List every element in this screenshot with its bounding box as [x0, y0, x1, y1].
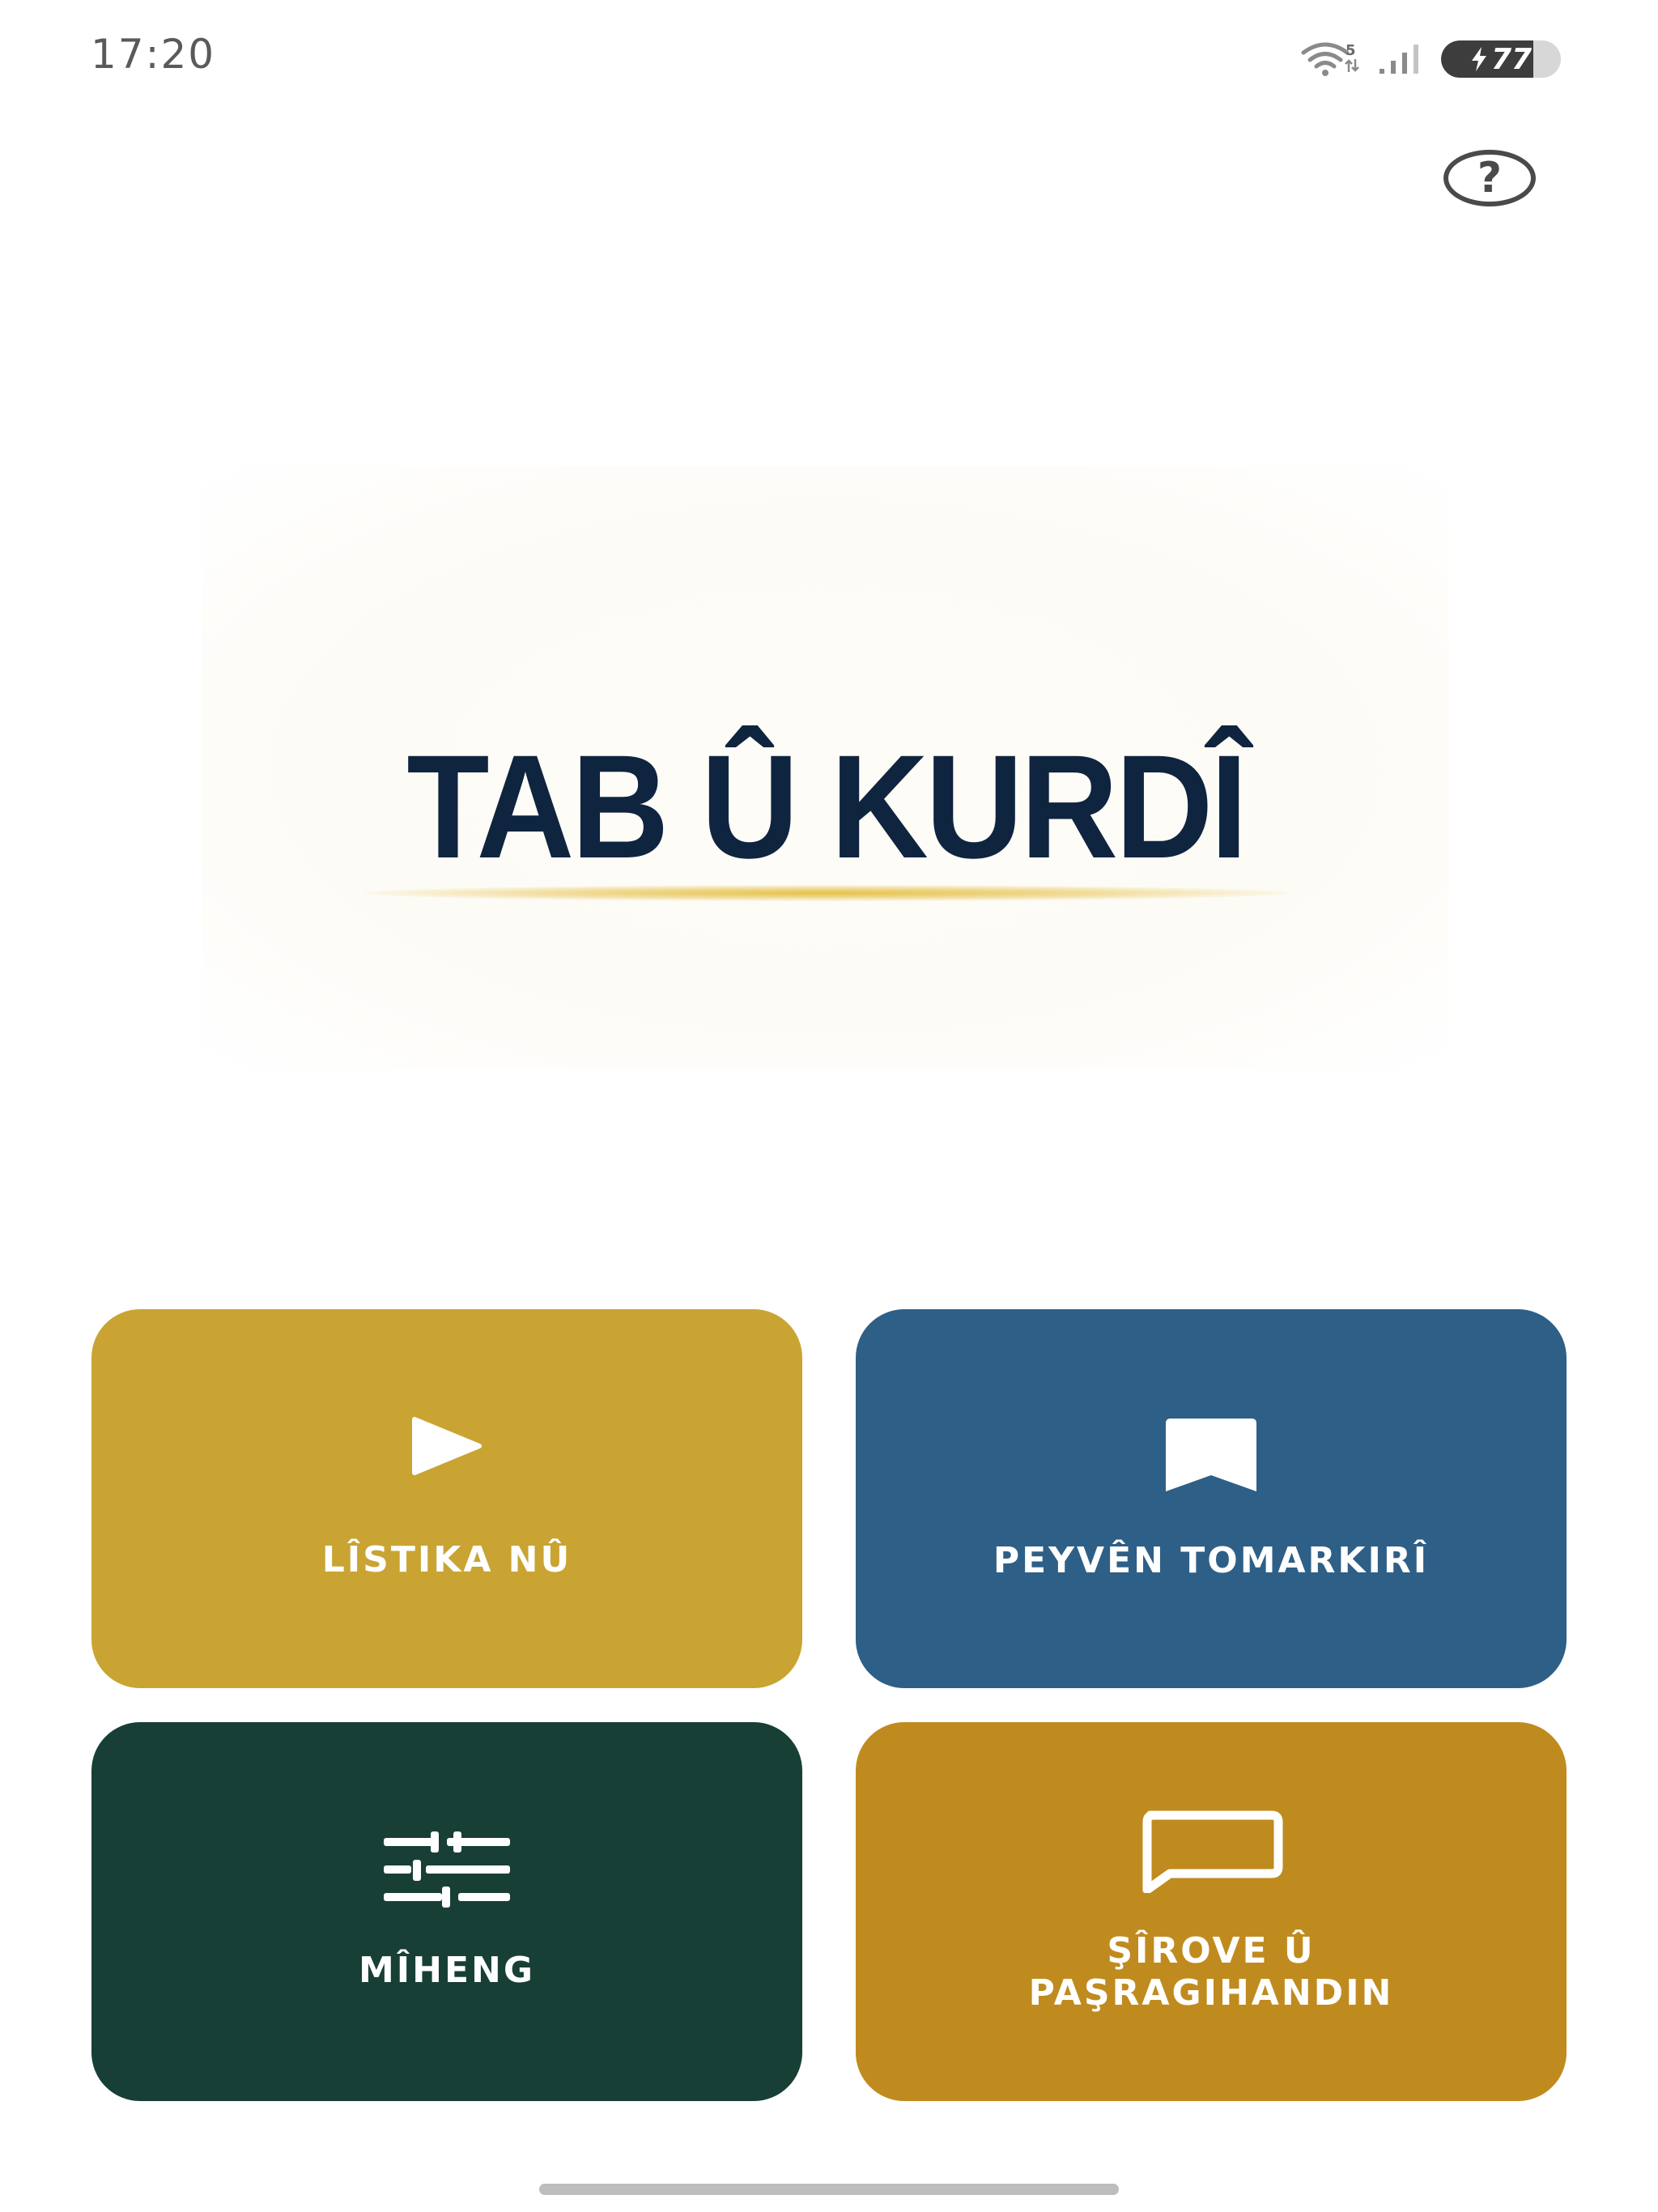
feedback-label-line2: PAŞRAGIHANDIN [1028, 1972, 1394, 2014]
help-button[interactable]: ? [1443, 150, 1536, 206]
battery-indicator: 77 [1441, 40, 1561, 78]
home-indicator[interactable] [539, 2184, 1119, 2195]
new-game-label: LÎSTIKA NÛ [321, 1539, 572, 1580]
app-title: TAB Û KURDÎ [406, 724, 1248, 889]
sliders-icon [384, 1831, 510, 1908]
feedback-label: ŞÎROVE Û PAŞRAGIHANDIN [1029, 1930, 1394, 2014]
status-time: 17:20 [91, 31, 216, 78]
charging-bolt-icon [1471, 47, 1486, 71]
saved-words-button[interactable]: PEYVÊN TOMARKIRÎ [856, 1309, 1567, 1688]
signal-icon [1380, 45, 1418, 74]
help-icon: ? [1477, 154, 1503, 202]
bookmark-icon [1166, 1419, 1256, 1491]
new-game-button[interactable]: LÎSTIKA NÛ [91, 1309, 802, 1688]
battery-level: 77 [1490, 42, 1533, 76]
app-logo: TAB Û KURDÎ [202, 466, 1449, 1069]
status-icons: 5 77 [1300, 39, 1561, 79]
wifi-icon: 5 [1301, 42, 1359, 76]
wifi-badge: 5 [1346, 42, 1356, 59]
home-screen: 17:20 5 77 ? TAB Û KURDÎ LÎSTIKA NÛ PEYV… [0, 0, 1658, 2212]
settings-label: MÎHENG [359, 1950, 535, 1991]
logo-underline [364, 885, 1287, 901]
message-square-icon [1142, 1810, 1283, 1893]
settings-button[interactable]: MÎHENG [91, 1722, 802, 2101]
saved-words-label: PEYVÊN TOMARKIRÎ [993, 1540, 1430, 1581]
play-icon [412, 1417, 482, 1475]
battery-text: 77 [1441, 40, 1561, 78]
feedback-label-line1: ŞÎROVE Û [1107, 1930, 1316, 1972]
feedback-button[interactable]: ŞÎROVE Û PAŞRAGIHANDIN [856, 1722, 1567, 2101]
